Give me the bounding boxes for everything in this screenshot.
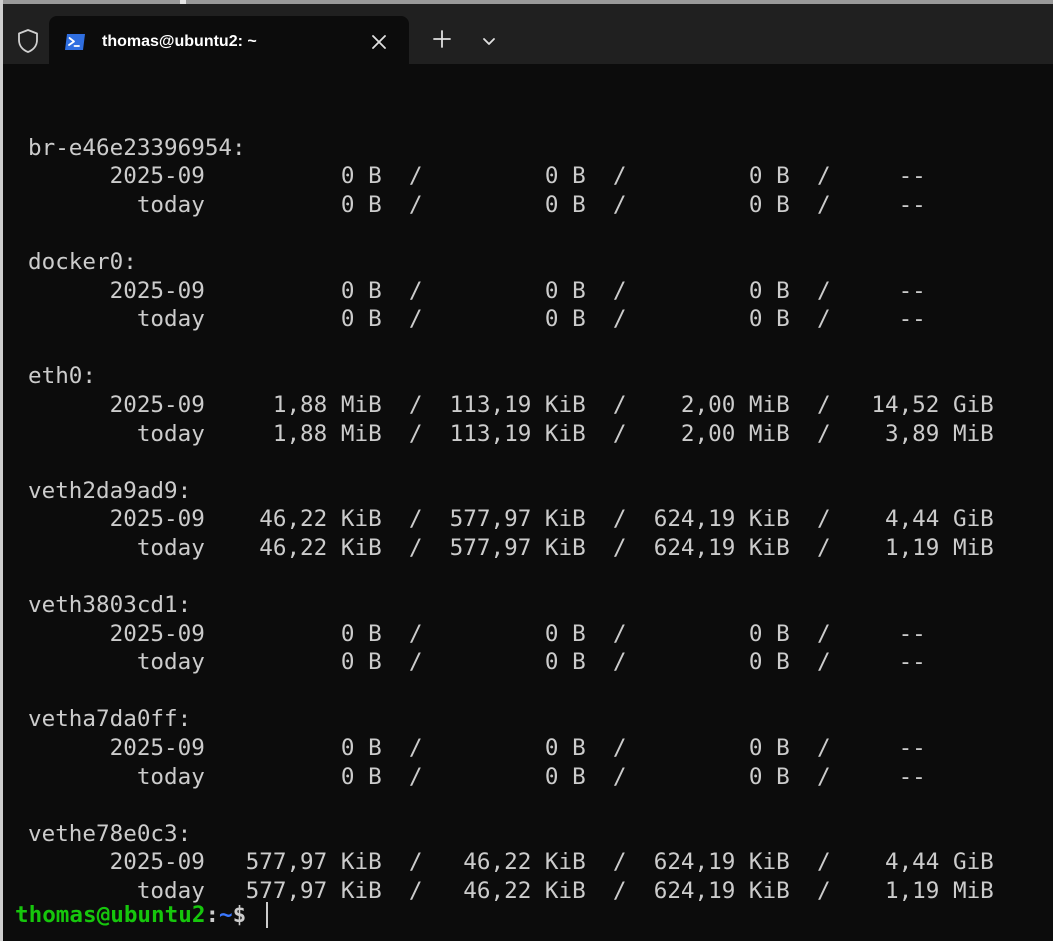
terminal-line: 2025-09 46,22 KiB / 577,97 KiB / 624,19 … xyxy=(28,506,994,533)
terminal-window: thomas@ubuntu2: ~ br-e46e23396954: 2025-… xyxy=(0,0,1053,941)
terminal-line: today 0 B / 0 B / 0 B / -- xyxy=(28,763,926,790)
title-bar: thomas@ubuntu2: ~ xyxy=(3,4,1053,68)
terminal-line: today 1,88 MiB / 113,19 KiB / 2,00 MiB /… xyxy=(28,420,994,447)
terminal-line: 2025-09 0 B / 0 B / 0 B / -- xyxy=(28,620,926,647)
terminal-prompt[interactable]: thomas@ubuntu2:~$ xyxy=(15,901,268,930)
prompt-sign: $ xyxy=(232,902,260,928)
terminal-output-area[interactable]: br-e46e23396954: 2025-09 0 B / 0 B / 0 B… xyxy=(3,64,1053,941)
prompt-path: ~ xyxy=(219,902,233,928)
terminal-line: vetha7da0ff: xyxy=(28,706,192,733)
terminal-line: 2025-09 0 B / 0 B / 0 B / -- xyxy=(28,277,926,304)
terminal-line: 2025-09 577,97 KiB / 46,22 KiB / 624,19 … xyxy=(28,849,994,876)
terminal-line: veth2da9ad9: xyxy=(28,477,192,504)
terminal-line: today 0 B / 0 B / 0 B / -- xyxy=(28,306,926,333)
chevron-down-icon[interactable] xyxy=(476,28,502,54)
tab-terminal[interactable]: thomas@ubuntu2: ~ xyxy=(49,16,409,68)
terminal-line: 2025-09 0 B / 0 B / 0 B / -- xyxy=(28,735,926,762)
terminal-line: br-e46e23396954: xyxy=(28,134,246,161)
terminal-line: 2025-09 0 B / 0 B / 0 B / -- xyxy=(28,163,926,190)
terminal-line: eth0: xyxy=(28,363,97,390)
prompt-user-host: thomas@ubuntu2 xyxy=(15,902,206,928)
terminal-line: veth3803cd1: xyxy=(28,592,192,619)
terminal-line: vethe78e0c3: xyxy=(28,820,192,847)
terminal-line: today 46,22 KiB / 577,97 KiB / 624,19 Ki… xyxy=(28,534,994,561)
close-icon[interactable] xyxy=(367,30,391,54)
terminal-line: today 0 B / 0 B / 0 B / -- xyxy=(28,191,926,218)
terminal-line: docker0: xyxy=(28,248,137,275)
terminal-line: 2025-09 1,88 MiB / 113,19 KiB / 2,00 MiB… xyxy=(28,391,994,418)
tab-title: thomas@ubuntu2: ~ xyxy=(102,33,257,50)
text-cursor xyxy=(265,902,268,928)
powershell-icon xyxy=(63,30,87,54)
plus-icon[interactable] xyxy=(429,26,455,52)
terminal-output: br-e46e23396954: 2025-09 0 B / 0 B / 0 B… xyxy=(28,105,994,906)
prompt-colon: : xyxy=(205,902,220,928)
shield-icon[interactable] xyxy=(13,26,43,56)
terminal-line: today 0 B / 0 B / 0 B / -- xyxy=(28,649,926,676)
